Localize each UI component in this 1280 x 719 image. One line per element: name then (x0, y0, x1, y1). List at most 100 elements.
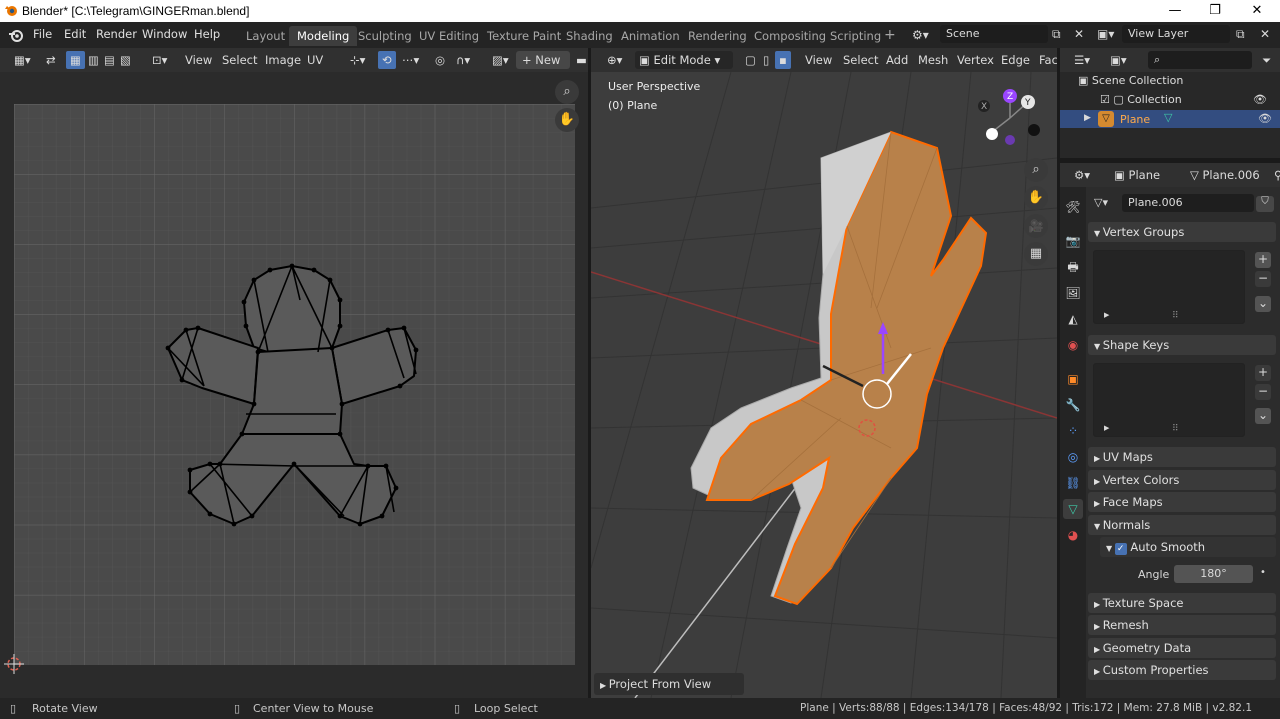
camera-view-icon[interactable]: 🎥 (1024, 214, 1048, 238)
render-tab-icon[interactable]: 📷 (1063, 231, 1083, 251)
subpanel-auto-smooth[interactable]: ▼ ✓ Auto Smooth (1100, 537, 1276, 557)
navigation-gizmo[interactable]: Z Y X (972, 84, 1046, 150)
sticky-select-icon[interactable]: ⊡▾ (148, 51, 171, 69)
uv-pan-hand-icon[interactable]: ✋ (555, 108, 579, 132)
object-breadcrumb[interactable]: ▣ Plane (1110, 166, 1164, 184)
shape-key-specials-icon[interactable]: ⌄ (1255, 408, 1271, 424)
panel-face-maps[interactable]: ▶ Face Maps (1088, 492, 1276, 512)
uv-sync-icon[interactable]: ⇄ (42, 51, 60, 69)
vp-zoom-icon[interactable]: ⌕ (1024, 158, 1048, 182)
list-expand-icon[interactable]: ▶ (1104, 424, 1109, 432)
menu-help[interactable]: Help (194, 27, 220, 41)
vertex-select-icon[interactable]: ▦ (66, 51, 85, 69)
new-scene-icon[interactable]: ⧉ (1052, 27, 1061, 42)
snap-target-icon[interactable]: ⋯▾ (398, 51, 423, 69)
tab-shading[interactable]: Shading (558, 26, 621, 46)
uv-menu-image[interactable]: Image (261, 51, 305, 69)
outliner-row-collection[interactable]: ☑ ▢ Collection 👁 (1100, 93, 1275, 106)
panel-geometry-data[interactable]: ▶ Geometry Data (1088, 638, 1276, 658)
auto-smooth-checkbox[interactable]: ✓ (1114, 543, 1127, 555)
list-expand-icon[interactable]: ▶ (1104, 311, 1109, 319)
shape-keys-list[interactable]: ▶ ⠿ (1093, 363, 1245, 437)
tab-texture-paint[interactable]: Texture Paint (479, 26, 569, 46)
tab-rendering[interactable]: Rendering (680, 26, 755, 46)
vertex-groups-list[interactable]: ▶ ⠿ (1093, 250, 1245, 324)
tab-animation[interactable]: Animation (613, 26, 688, 46)
snap-icon[interactable]: ⟲ (378, 51, 396, 69)
mesh-data-browse-icon[interactable]: ▽▾ (1094, 196, 1108, 209)
edge-mode-icon[interactable]: ▯ (759, 51, 773, 69)
panel-custom-properties[interactable]: ▶ Custom Properties (1088, 660, 1276, 680)
add-vertex-group-button[interactable]: + (1255, 252, 1271, 268)
tab-modeling[interactable]: Modeling (289, 26, 358, 46)
collection-visibility-icon[interactable]: 👁 (1253, 93, 1267, 106)
new-view-layer-icon[interactable]: ⧉ (1236, 27, 1245, 42)
mode-selector[interactable]: ▣ Edit Mode ▾ (635, 51, 733, 69)
physics-tab-icon[interactable]: ◎ (1063, 447, 1083, 467)
view-layer-icon[interactable]: ▣▾ (1097, 27, 1114, 41)
editor-type-icon[interactable]: ▦▾ (10, 51, 35, 69)
panel-vertex-colors[interactable]: ▶ Vertex Colors (1088, 470, 1276, 490)
vp-menu-view[interactable]: View (801, 51, 836, 69)
tab-sculpting[interactable]: Sculpting (350, 26, 420, 46)
panel-remesh[interactable]: ▶ Remesh (1088, 615, 1276, 635)
scene-browse-icon[interactable]: ⚙▾ (912, 28, 929, 42)
pin-icon[interactable]: ⚲ (1270, 166, 1280, 184)
vp-menu-edge[interactable]: Edge (997, 51, 1034, 69)
panel-texture-space[interactable]: ▶ Texture Space (1088, 593, 1276, 613)
uv-zoom-icon[interactable]: ⌕ (555, 80, 579, 104)
last-operator-panel[interactable]: ▶ Project From View (594, 673, 744, 695)
vp-menu-select[interactable]: Select (839, 51, 882, 69)
vp-menu-mesh[interactable]: Mesh (914, 51, 952, 69)
uv-menu-view[interactable]: View (181, 51, 216, 69)
collection-checkbox[interactable]: ☑ (1100, 93, 1113, 106)
tool-tab-icon[interactable]: 🛠 (1063, 197, 1083, 217)
uv-menu-uv[interactable]: UV (303, 51, 327, 69)
view-layer-tab-icon[interactable]: 🖼 (1063, 283, 1083, 303)
vp-pan-hand-icon[interactable]: ✋ (1024, 186, 1048, 210)
object-tab-icon[interactable]: ▣ (1063, 369, 1083, 389)
outliner-row-plane[interactable]: ▶ ▽ Plane ▽ 👁 (1060, 110, 1280, 128)
vp-menu-add[interactable]: Add (882, 51, 912, 69)
uv-grid[interactable] (14, 104, 575, 665)
keyframe-dot-icon[interactable]: • (1260, 567, 1266, 578)
tab-compositing[interactable]: Compositing (746, 26, 834, 46)
pivot-icon[interactable]: ⊹▾ (346, 51, 369, 69)
proportional-edit-icon[interactable]: ◎ (431, 51, 449, 69)
menu-window[interactable]: Window (142, 27, 187, 41)
panel-normals[interactable]: ▼ Normals (1088, 515, 1276, 535)
menu-file[interactable]: File (33, 27, 52, 41)
image-browse-icon[interactable]: ▨▾ (488, 51, 513, 69)
fake-user-shield-icon[interactable]: ⛉ (1256, 196, 1274, 212)
vertex-mode-icon[interactable]: ▢ (741, 51, 760, 69)
output-tab-icon[interactable]: 🖶 (1063, 257, 1083, 277)
material-tab-icon[interactable]: ◕ (1063, 525, 1083, 545)
plane-visibility-icon[interactable]: 👁 (1258, 112, 1272, 125)
add-workspace-button[interactable]: + (880, 26, 900, 46)
constraints-tab-icon[interactable]: ⛓ (1063, 473, 1083, 493)
remove-vertex-group-button[interactable]: − (1255, 271, 1271, 287)
mesh-data-name-field[interactable]: Plane.006 (1122, 194, 1254, 212)
minimize-button[interactable]: — (1155, 0, 1195, 22)
menu-render[interactable]: Render (96, 27, 137, 41)
filter-icon[interactable]: ⏷ (1258, 51, 1275, 69)
panel-uv-maps[interactable]: ▶ UV Maps (1088, 447, 1276, 467)
new-image-button[interactable]: + New (516, 51, 570, 69)
viewport-editor-type-icon[interactable]: ⊕▾ (603, 51, 626, 69)
face-mode-icon[interactable]: ▪ (775, 51, 791, 69)
island-select-icon[interactable]: ▧ (116, 51, 135, 69)
remove-shape-key-button[interactable]: − (1255, 384, 1271, 400)
tab-uv-editing[interactable]: UV Editing (411, 26, 487, 46)
tab-layout[interactable]: Layout (238, 26, 293, 46)
scene-tab-icon[interactable]: ◭ (1063, 309, 1083, 329)
panel-shape-keys[interactable]: ▼ Shape Keys (1088, 335, 1276, 355)
display-mode-icon[interactable]: ▣▾ (1106, 51, 1131, 69)
world-tab-icon[interactable]: ◉ (1063, 335, 1083, 355)
list-resize-grip-icon[interactable]: ⠿ (1172, 424, 1179, 434)
list-resize-grip-icon[interactable]: ⠿ (1172, 311, 1179, 321)
outliner-row-scene-collection[interactable]: ▣ Scene Collection (1078, 74, 1183, 87)
outliner-type-icon[interactable]: ☰▾ (1070, 51, 1094, 69)
close-button[interactable]: ✕ (1237, 0, 1277, 22)
scene-name-field[interactable]: Scene (940, 25, 1048, 43)
ortho-grid-icon[interactable]: ▦ (1024, 242, 1048, 266)
